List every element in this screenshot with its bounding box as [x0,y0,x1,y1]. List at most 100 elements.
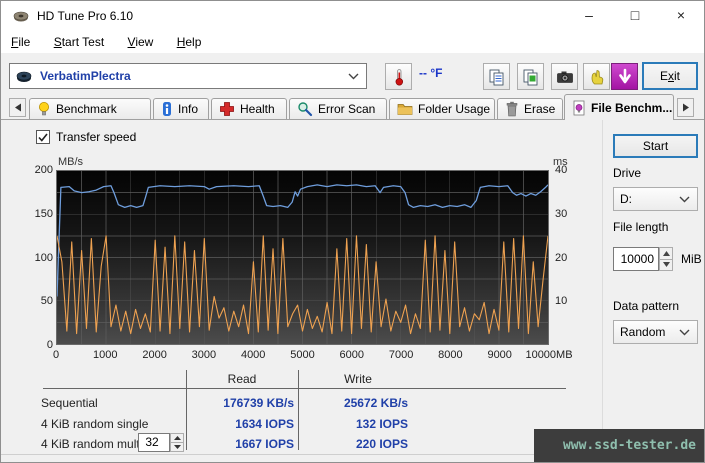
row-label-random-single: 4 KiB random single [41,417,149,431]
menu-bar: File Start Test View Help [1,31,704,53]
panel-divider [602,120,603,451]
window-title: HD Tune Pro 6.10 [37,9,134,23]
copy-text-button[interactable] [483,63,510,90]
temperature-button[interactable] [385,63,412,90]
row-label-random-multi: 4 KiB random multi [41,437,143,451]
drive-dropdown[interactable]: D: [613,187,698,211]
axis-tick-label: 6000 [339,349,365,361]
red-cross-icon [220,102,234,116]
chevron-down-icon [679,329,690,336]
stepper-up-icon[interactable] [170,433,184,443]
axis-tick-label: 150 [34,207,53,220]
axis-tick-label: 0 [46,339,53,351]
toolbar: VerbatimPlectra -- °F Exit [1,53,704,94]
save-results-button[interactable] [611,63,638,90]
screenshot-button[interactable] [551,63,578,90]
menu-start-test[interactable]: Start Test [44,31,114,53]
triangle-right-icon [682,103,689,112]
file-benchmark-page: Transfer speed MB/s ms 200 150 100 50 0 40 30… [1,119,704,462]
row-label-sequential: Sequential [41,396,98,410]
info-icon [163,102,171,116]
copy-image-button[interactable] [517,63,544,90]
tip-button[interactable] [583,63,610,90]
drive-label: Drive [613,166,642,180]
app-window: HD Tune Pro 6.10 – □ × File Start Test V… [0,0,705,463]
chevron-down-icon [348,73,359,80]
data-pattern-dropdown[interactable]: Random [613,320,698,344]
axis-tick-label: 1000 [93,349,118,361]
tab-file-benchmark[interactable]: File Benchm... [564,94,674,120]
axis-tick-label: 0 [52,349,60,361]
tab-error-scan[interactable]: Error Scan [289,98,387,119]
tab-scroll-right-button[interactable] [677,98,694,117]
axis-tick-label: 20 [555,251,568,264]
file-length-label: File length [613,220,669,234]
data-pattern-label: Data pattern [613,299,680,313]
file-length-input[interactable]: 10000 [613,247,659,271]
queue-depth-stepper[interactable] [170,433,184,452]
stepper-up-icon[interactable] [659,247,673,260]
hard-disk-icon [13,11,29,22]
drive-select-dropdown[interactable]: VerbatimPlectra [9,63,367,89]
tab-benchmark[interactable]: Benchmark [29,98,151,119]
camera-icon [556,71,573,83]
file-length-stepper[interactable] [659,247,673,271]
lightbulb-icon [39,102,49,116]
tab-info[interactable]: Info [153,98,209,119]
axis-tick-label: 10000MB [525,349,573,361]
menu-file[interactable]: File [1,31,40,53]
axis-tick-label: 3000 [191,349,217,361]
axis-tick-label: 10 [555,295,568,308]
axis-tick-label: 40 [555,164,568,176]
drive-value: D: [620,192,632,206]
random-multi-read-value: 1667 IOPS [235,437,294,451]
tab-bar: Benchmark Info Health Error Scan Folder … [1,94,704,120]
y-left-axis-title: MB/s [58,156,84,168]
stepper-down-icon[interactable] [170,443,184,452]
axis-tick-label: 100 [34,251,53,264]
close-button[interactable]: × [658,1,704,31]
axis-tick-label: 200 [34,164,53,176]
tab-erase[interactable]: Erase [497,98,563,119]
download-arrow-icon [618,68,631,83]
tab-scroll-left-button[interactable] [9,98,26,117]
transfer-speed-checkbox[interactable] [36,130,50,144]
queue-depth-input[interactable]: 32 [138,433,170,452]
sequential-read-value: 176739 KB/s [223,396,294,410]
write-column-header: Write [344,372,372,386]
stepper-down-icon[interactable] [659,259,673,271]
minimize-button[interactable]: – [566,1,612,31]
magnifier-icon [298,102,313,117]
tab-health[interactable]: Health [211,98,287,119]
title-bar: HD Tune Pro 6.10 – □ × [1,1,704,31]
axis-tick-label: 8000 [438,349,463,361]
maximize-button[interactable]: □ [612,1,658,31]
sequential-write-value: 25672 KB/s [343,396,408,410]
tab-folder-usage[interactable]: Folder Usage [389,98,495,119]
exit-button[interactable]: Exit [642,62,698,90]
chevron-down-icon [679,196,690,203]
trash-icon [506,101,518,117]
axis-tick-label: 50 [40,295,53,308]
drive-select-value: VerbatimPlectra [40,69,131,83]
random-single-read-value: 1634 IOPS [235,417,294,431]
temperature-readout: -- °F [419,66,443,80]
thermometer-icon [395,68,403,85]
copy-add-icon [523,69,537,85]
menu-help[interactable]: Help [167,31,212,53]
start-button[interactable]: Start [613,134,698,158]
folder-icon [397,104,413,115]
axis-tick-label: 4000 [240,349,266,361]
read-column-header: Read [227,372,257,386]
copy-icon [489,69,503,85]
benchmark-chart [56,170,549,345]
triangle-left-icon [14,103,21,112]
menu-view[interactable]: View [118,31,164,53]
axis-tick-label: 2000 [142,349,167,361]
transfer-speed-label: Transfer speed [56,130,137,144]
data-pattern-value: Random [620,325,666,339]
random-single-write-value: 132 IOPS [355,417,408,431]
axis-tick-label: 5000 [290,349,315,361]
random-multi-write-value: 220 IOPS [355,437,408,451]
check-icon [38,133,48,142]
